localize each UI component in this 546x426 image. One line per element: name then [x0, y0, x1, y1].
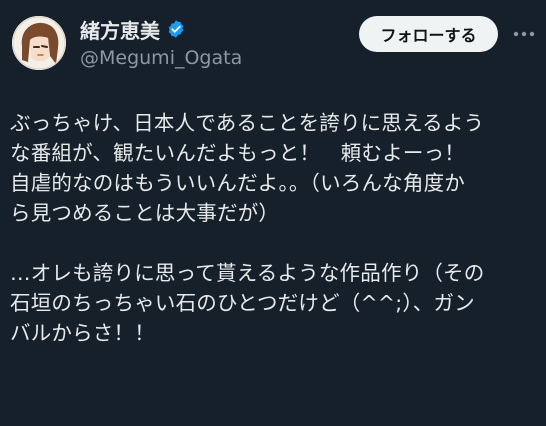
more-horizontal-icon [513, 31, 535, 37]
tweet-line: ら見つめることは大事だが） [10, 201, 280, 225]
tweet-text: ぶっちゃけ、日本人であることを誇りに思えるよう な番組が、観たいんだよもっと！ … [10, 108, 540, 348]
display-name-row: 緒方恵美 [80, 15, 186, 44]
tweet-line: 石垣のちっちゃい石のひとつだけど（^^;）、ガン [10, 291, 475, 315]
user-handle[interactable]: @Megumi_Ogata [80, 47, 242, 69]
follow-button[interactable]: フォローする [359, 16, 498, 52]
verified-badge-icon [166, 19, 186, 39]
paragraph-break [10, 228, 540, 258]
tweet-line: 自虐的なのはもういいんだよ。。（いろんな角度か [10, 171, 465, 195]
more-options-button[interactable] [510, 22, 538, 46]
tweet-line: ぶっちゃけ、日本人であることを誇りに思えるよう [10, 111, 485, 135]
display-name[interactable]: 緒方恵美 [80, 15, 160, 44]
tweet-line: バルからさ！！ [10, 321, 155, 345]
tweet-line: …オレも誇りに思って貰えるような作品作り（その [10, 261, 485, 285]
avatar[interactable] [12, 16, 66, 70]
tweet-line: な番組が、観たいんだよもっと！ 頼むよーっ！ [10, 141, 465, 165]
avatar-illustration [12, 16, 66, 70]
tweet-header: 緒方恵美 @Megumi_Ogata フォローする [0, 0, 546, 80]
